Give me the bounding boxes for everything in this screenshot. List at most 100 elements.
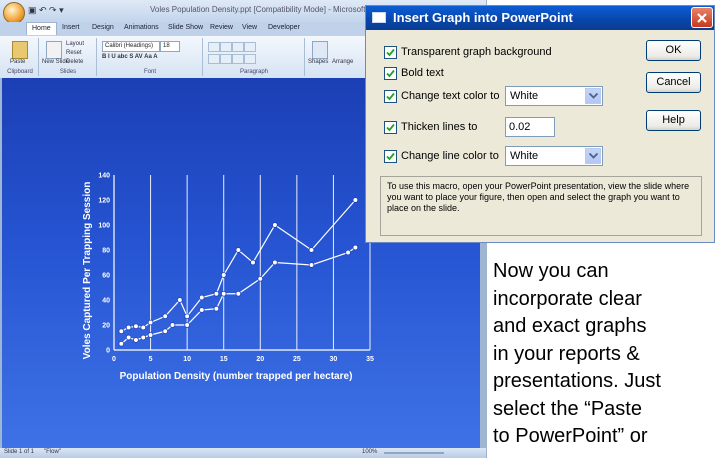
transparent-checkbox[interactable] xyxy=(384,46,397,59)
close-button[interactable] xyxy=(691,7,713,28)
x-tick-label: 10 xyxy=(183,356,191,363)
font-name-box[interactable]: Calibri (Headings) xyxy=(102,41,160,52)
bold-checkbox[interactable] xyxy=(384,67,397,80)
status-bar: Slide 1 of 1 "Flow" 100% xyxy=(0,448,486,458)
data-point xyxy=(184,313,190,320)
line-color-value: White xyxy=(510,150,539,162)
y-tick-label: 80 xyxy=(102,248,110,255)
data-point xyxy=(308,247,315,253)
thicken-input[interactable]: 0.02 xyxy=(505,117,555,137)
tab-slide-show[interactable]: Slide Show xyxy=(168,24,203,31)
tab-review[interactable]: Review xyxy=(210,24,233,31)
thicken-checkbox[interactable] xyxy=(384,121,397,134)
paragraph-group: Paragraph xyxy=(204,38,305,76)
data-point xyxy=(272,222,278,228)
help-button[interactable]: Help xyxy=(646,110,701,131)
data-point xyxy=(308,262,315,268)
x-tick-label: 30 xyxy=(330,356,338,363)
line-spacing-icon[interactable] xyxy=(244,42,256,52)
zoom-slider[interactable] xyxy=(384,452,444,454)
align-left-icon[interactable] xyxy=(208,54,220,64)
tab-home[interactable]: Home xyxy=(26,22,57,35)
zoom-level[interactable]: 100% xyxy=(362,449,377,455)
tab-view[interactable]: View xyxy=(242,24,257,31)
justify-icon[interactable] xyxy=(244,54,256,64)
description-line: incorporate clear xyxy=(493,287,642,310)
line-color-checkbox[interactable] xyxy=(384,150,397,163)
tab-animations[interactable]: Animations xyxy=(124,24,159,31)
format-buttons[interactable]: B I U abc S AV Aa A xyxy=(102,54,158,60)
text-color-label: Change text color to xyxy=(401,90,500,102)
data-point xyxy=(140,334,147,341)
tab-design[interactable]: Design xyxy=(92,24,114,31)
y-tick-label: 120 xyxy=(98,198,110,205)
checkmark-icon xyxy=(386,152,395,161)
line-color-label: Change line color to xyxy=(401,150,499,162)
data-point xyxy=(162,328,169,335)
description-text: Now you can incorporate clear and exact … xyxy=(493,258,713,451)
tab-insert[interactable]: Insert xyxy=(62,24,80,31)
data-point xyxy=(118,340,125,347)
data-point xyxy=(345,249,351,256)
ok-button[interactable]: OK xyxy=(646,40,701,61)
align-right-icon[interactable] xyxy=(232,54,244,64)
x-tick-label: 5 xyxy=(149,356,153,363)
text-color-checkbox[interactable] xyxy=(384,90,397,103)
dialog-title-bar[interactable]: Insert Graph into PowerPoint xyxy=(366,6,714,30)
clipboard-group-label: Clipboard xyxy=(7,69,33,75)
data-point xyxy=(133,337,139,343)
data-point xyxy=(257,275,264,282)
instructions-text: To use this macro, open your PowerPoint … xyxy=(380,176,702,236)
chevron-down-icon[interactable] xyxy=(585,88,601,104)
arrange-label[interactable]: Arrange xyxy=(332,59,353,65)
data-point xyxy=(133,323,139,330)
reset-button[interactable]: Reset xyxy=(66,50,82,56)
data-point xyxy=(177,297,183,303)
chevron-down-icon[interactable] xyxy=(585,148,601,164)
y-tick-label: 0 xyxy=(106,348,110,355)
bold-label: Bold text xyxy=(401,67,444,79)
y-tick-label: 20 xyxy=(102,323,110,330)
bullets-icon[interactable] xyxy=(208,42,220,52)
quick-access-toolbar[interactable]: ▣ ↶ ↷ ▾ xyxy=(28,5,64,16)
shapes-label: Shapes xyxy=(308,59,329,65)
data-point xyxy=(213,290,220,297)
layout-button[interactable]: Layout xyxy=(66,41,84,47)
indent-icon[interactable] xyxy=(232,42,244,52)
delete-button[interactable]: Delete xyxy=(66,59,83,65)
clipboard-group: Paste Clipboard xyxy=(2,38,39,76)
cancel-button[interactable]: Cancel xyxy=(646,72,701,93)
x-tick-label: 35 xyxy=(366,356,374,363)
y-tick-label: 140 xyxy=(98,173,110,180)
x-axis-label: Population Density (number trapped per h… xyxy=(120,371,353,382)
data-point xyxy=(169,322,176,328)
data-point xyxy=(235,247,242,253)
new-slide-icon[interactable] xyxy=(46,41,62,59)
data-point xyxy=(184,322,190,328)
font-group: Calibri (Headings) 18 B I U abc S AV Aa … xyxy=(98,38,203,76)
transparent-label: Transparent graph background xyxy=(401,46,552,58)
align-center-icon[interactable] xyxy=(220,54,232,64)
data-point xyxy=(162,313,169,320)
series-line xyxy=(121,199,356,332)
data-point xyxy=(272,259,278,266)
office-button-icon[interactable] xyxy=(3,2,25,24)
checkmark-icon xyxy=(386,69,395,78)
paste-icon[interactable] xyxy=(12,41,28,59)
shapes-icon[interactable] xyxy=(312,41,328,59)
description-line: presentations. Just xyxy=(493,370,661,392)
data-point xyxy=(147,332,154,338)
data-point xyxy=(220,290,227,297)
font-size-box[interactable]: 18 xyxy=(160,41,180,52)
text-color-dropdown[interactable]: White xyxy=(505,86,603,106)
line-color-dropdown[interactable]: White xyxy=(505,146,603,166)
window-icon xyxy=(372,12,386,23)
data-point xyxy=(250,259,256,266)
data-point xyxy=(198,307,205,313)
numbering-icon[interactable] xyxy=(220,42,232,52)
tab-developer[interactable]: Developer xyxy=(268,24,300,31)
thicken-label: Thicken lines to xyxy=(401,121,478,133)
new-slide-label: New Slide xyxy=(42,59,70,65)
description-line: in your reports & xyxy=(493,342,640,365)
data-point xyxy=(235,290,242,297)
